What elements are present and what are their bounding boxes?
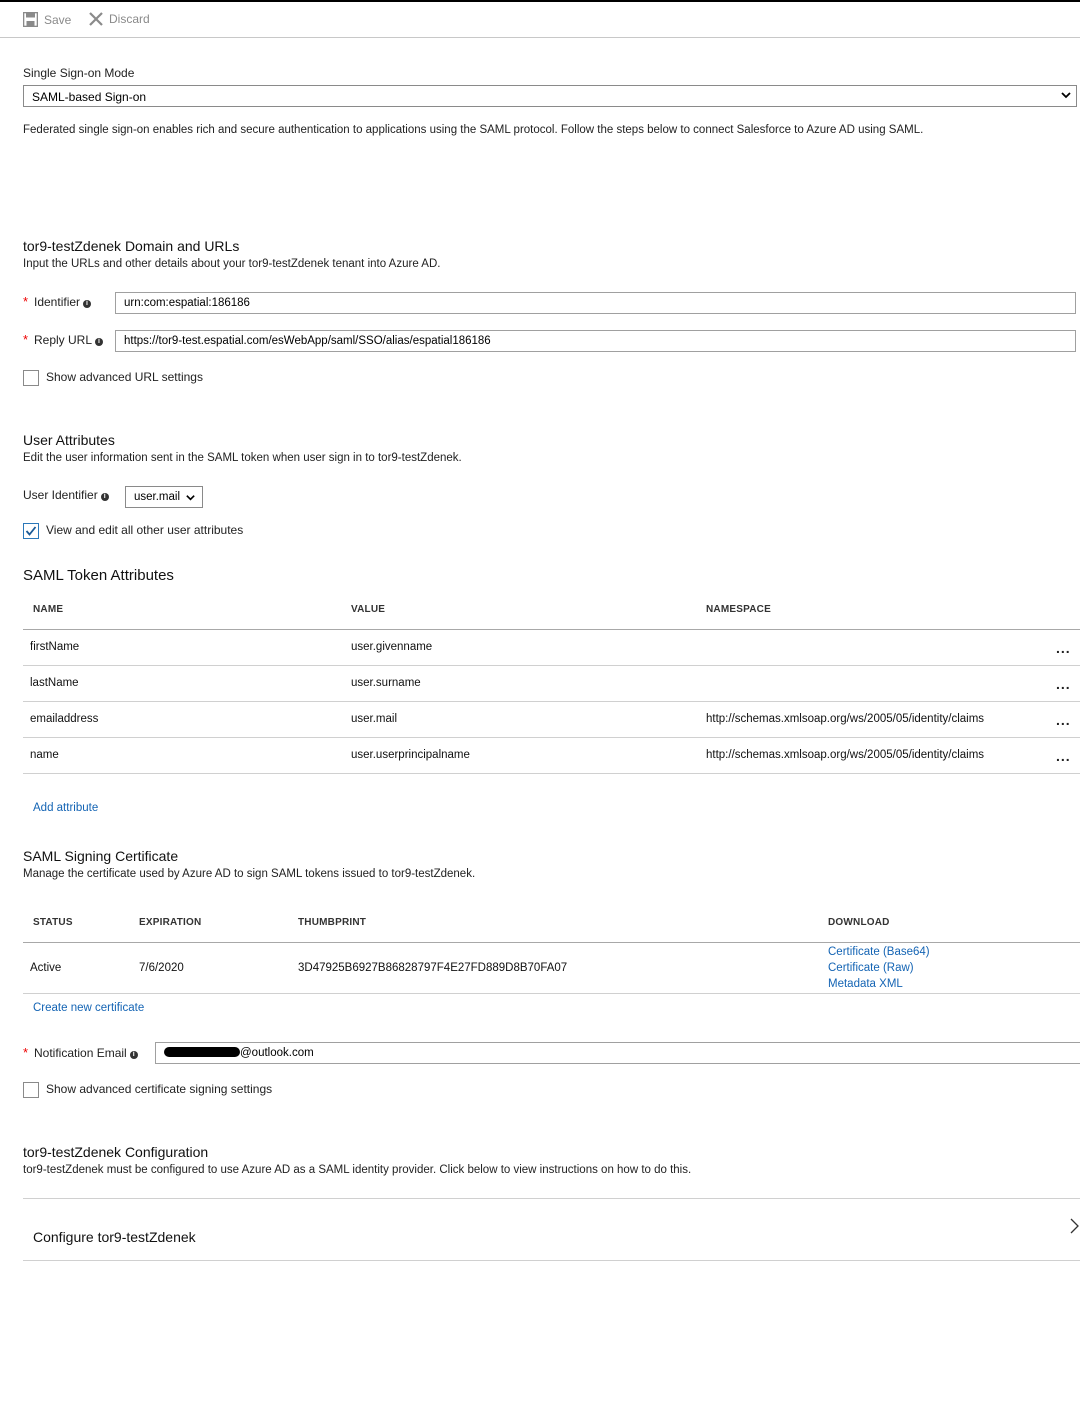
- certificate-title: SAML Signing Certificate: [23, 848, 179, 864]
- reply-url-value: https://tor9-test.espatial.com/esWebApp/…: [124, 335, 491, 347]
- download-metadata-link[interactable]: Metadata XML: [828, 978, 903, 990]
- domain-urls-title: tor9-testZdenek Domain and URLs: [23, 238, 240, 254]
- chevron-down-icon: [1061, 92, 1071, 99]
- user-attributes-description: Edit the user information sent in the SA…: [23, 452, 462, 464]
- configure-app-item[interactable]: Configure tor9-testZdenek: [23, 1199, 1080, 1260]
- discard-button[interactable]: Discard: [89, 12, 150, 26]
- attr-name: firstName: [30, 641, 80, 653]
- notification-email-value: @outlook.com: [240, 1047, 314, 1059]
- column-header-value: VALUE: [351, 604, 386, 615]
- close-icon: [89, 12, 103, 26]
- info-icon[interactable]: i: [100, 493, 109, 501]
- info-icon[interactable]: i: [95, 338, 104, 346]
- view-edit-attributes-checkbox[interactable]: [23, 523, 39, 539]
- attr-value: user.mail: [351, 713, 398, 725]
- required-marker: *: [23, 294, 29, 309]
- configure-app-label: Configure tor9-testZdenek: [33, 1229, 196, 1245]
- save-icon: [23, 12, 38, 27]
- row-divider: [23, 701, 1080, 702]
- chevron-down-icon: [186, 495, 195, 501]
- required-marker: *: [23, 332, 29, 347]
- attr-value: user.userprincipalname: [351, 749, 470, 761]
- sso-mode-label: Single Sign-on Mode: [23, 66, 135, 80]
- user-identifier-label: User Identifier: [23, 488, 98, 502]
- notification-email-label: Notification Email: [34, 1046, 127, 1060]
- discard-label: Discard: [109, 12, 150, 26]
- reply-url-input[interactable]: https://tor9-test.espatial.com/esWebApp/…: [115, 330, 1076, 352]
- row-divider: [23, 993, 1080, 994]
- sso-mode-select[interactable]: SAML-based Sign-on: [23, 85, 1077, 107]
- reply-url-label: Reply URL: [34, 333, 93, 347]
- certificate-status: Active: [30, 962, 62, 974]
- required-marker: *: [23, 1045, 29, 1060]
- reply-url-label-group: Reply URL i: [34, 333, 104, 347]
- table-header-divider: [23, 629, 1080, 630]
- attr-namespace: http://schemas.xmlsoap.org/ws/2005/05/id…: [706, 749, 985, 761]
- redaction-mark: [164, 1047, 240, 1057]
- advanced-url-checkbox[interactable]: [23, 370, 39, 386]
- advanced-cert-label: Show advanced certificate signing settin…: [46, 1082, 273, 1096]
- column-header-name: NAME: [33, 604, 64, 615]
- notification-email-input[interactable]: @outlook.com: [155, 1042, 1080, 1064]
- more-options-button[interactable]: ...: [1056, 712, 1071, 728]
- attr-namespace: http://schemas.xmlsoap.org/ws/2005/05/id…: [706, 713, 985, 725]
- advanced-url-label: Show advanced URL settings: [46, 370, 203, 384]
- command-toolbar: Save Discard: [0, 0, 1080, 38]
- configuration-description: tor9-testZdenek must be configured to us…: [23, 1164, 692, 1176]
- attr-name: emailaddress: [30, 713, 99, 725]
- identifier-label: Identifier: [34, 295, 81, 309]
- row-divider: [23, 773, 1080, 774]
- view-edit-attributes-label: View and edit all other user attributes: [46, 523, 244, 537]
- column-header-status: STATUS: [33, 917, 73, 928]
- identifier-value: urn:com:espatial:186186: [124, 297, 250, 309]
- identifier-input[interactable]: urn:com:espatial:186186: [115, 292, 1076, 314]
- notification-email-label-group: Notification Email i: [34, 1046, 138, 1060]
- attr-value: user.givenname: [351, 641, 433, 653]
- more-options-button[interactable]: ...: [1056, 748, 1071, 764]
- attr-value: user.surname: [351, 677, 421, 689]
- row-divider: [23, 737, 1080, 738]
- domain-urls-description: Input the URLs and other details about y…: [23, 258, 441, 270]
- sso-mode-description: Federated single sign-on enables rich an…: [23, 124, 924, 136]
- create-certificate-link[interactable]: Create new certificate: [33, 1002, 144, 1014]
- saml-token-title: SAML Token Attributes: [23, 567, 174, 584]
- user-identifier-label-group: User Identifier i: [23, 488, 109, 502]
- column-header-expiration: EXPIRATION: [139, 917, 202, 928]
- user-identifier-value: user.mail: [134, 491, 181, 503]
- attr-name: name: [30, 749, 59, 761]
- more-options-button[interactable]: ...: [1056, 676, 1071, 692]
- user-attributes-title: User Attributes: [23, 432, 115, 448]
- certificate-description: Manage the certificate used by Azure AD …: [23, 868, 476, 880]
- identifier-label-group: Identifier i: [34, 295, 92, 309]
- column-header-thumbprint: THUMBPRINT: [298, 917, 367, 928]
- info-icon[interactable]: i: [83, 300, 92, 308]
- chevron-right-icon: [1070, 1218, 1079, 1234]
- checkmark-icon: [25, 526, 37, 536]
- more-options-button[interactable]: ...: [1056, 640, 1071, 656]
- attr-name: lastName: [30, 677, 79, 689]
- save-button[interactable]: Save: [23, 12, 71, 27]
- download-base64-link[interactable]: Certificate (Base64): [828, 946, 930, 958]
- certificate-thumbprint: 3D47925B6927B86828797F4E27FD889D8B70FA07: [298, 962, 568, 974]
- configuration-title: tor9-testZdenek Configuration: [23, 1144, 209, 1160]
- save-label: Save: [44, 12, 72, 27]
- advanced-cert-checkbox[interactable]: [23, 1082, 39, 1098]
- section-divider: [23, 1260, 1080, 1261]
- add-attribute-link[interactable]: Add attribute: [33, 802, 98, 814]
- certificate-expiration: 7/6/2020: [139, 962, 184, 974]
- column-header-download: DOWNLOAD: [828, 917, 890, 928]
- download-raw-link[interactable]: Certificate (Raw): [828, 962, 914, 974]
- row-divider: [23, 665, 1080, 666]
- sso-mode-value: SAML-based Sign-on: [32, 90, 147, 104]
- table-header-divider: [23, 942, 1080, 943]
- user-identifier-select[interactable]: user.mail: [125, 486, 203, 508]
- column-header-namespace: NAMESPACE: [706, 604, 771, 615]
- info-icon[interactable]: i: [129, 1051, 138, 1059]
